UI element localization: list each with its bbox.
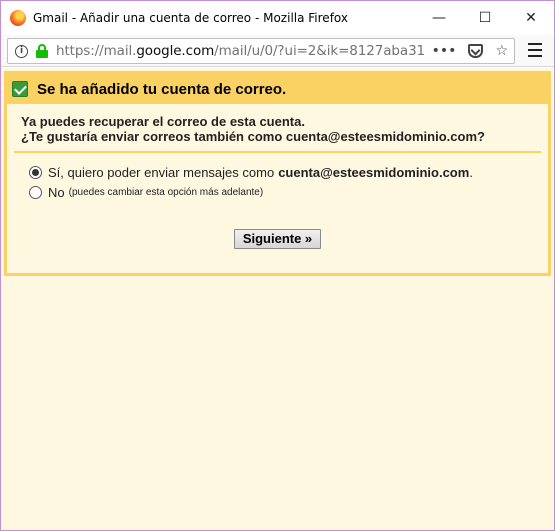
- panel-title: Se ha añadido tu cuenta de correo.: [37, 80, 287, 98]
- intro-line-2: ¿Te gustaría enviar correos también como…: [21, 129, 485, 144]
- url-bar[interactable]: i https://mail.google.com/mail/u/0/?ui=2…: [7, 38, 515, 64]
- window-controls: — ☐ ✕: [416, 1, 554, 35]
- lock-icon[interactable]: [36, 44, 48, 58]
- firefox-logo-icon: [10, 10, 26, 26]
- next-button[interactable]: Siguiente »: [233, 229, 322, 249]
- minimize-button[interactable]: —: [416, 1, 462, 35]
- url-text[interactable]: https://mail.google.com/mail/u/0/?ui=2&i…: [56, 43, 487, 59]
- radio-no[interactable]: [29, 185, 42, 199]
- checkmark-icon: [12, 81, 28, 97]
- option-no-note: (puedes cambiar esta opción más adelante…: [68, 186, 264, 198]
- url-prefix: https://mail.: [56, 43, 137, 59]
- button-row: Siguiente »: [7, 229, 548, 249]
- maximize-button[interactable]: ☐: [462, 1, 508, 35]
- option-yes-suffix: .: [469, 164, 473, 180]
- bookmark-star-icon[interactable]: ☆: [495, 43, 508, 59]
- navigation-bar: i https://mail.google.com/mail/u/0/?ui=2…: [1, 35, 554, 67]
- close-button[interactable]: ✕: [508, 1, 554, 35]
- info-icon[interactable]: i: [15, 44, 28, 58]
- account-added-panel: Se ha añadido tu cuenta de correo. Ya pu…: [4, 71, 551, 276]
- send-as-options: Sí, quiero poder enviar mensajes como cu…: [7, 153, 548, 202]
- option-yes-email: cuenta@esteesmidominio.com: [278, 164, 470, 180]
- option-no[interactable]: No (puedes cambiar esta opción más adela…: [29, 182, 548, 202]
- intro-line-1: Ya puedes recuperar el correo de esta cu…: [21, 114, 305, 129]
- url-domain: google.com: [136, 43, 215, 59]
- intro-text: Ya puedes recuperar el correo de esta cu…: [7, 104, 548, 144]
- option-no-label: No: [48, 184, 65, 200]
- window-titlebar: Gmail - Añadir una cuenta de correo - Mo…: [1, 1, 554, 35]
- hamburger-menu-icon[interactable]: [528, 43, 542, 57]
- option-yes[interactable]: Sí, quiero poder enviar mensajes como cu…: [29, 162, 548, 182]
- page-content: Se ha añadido tu cuenta de correo. Ya pu…: [1, 68, 554, 530]
- url-actions: ••• ☆: [425, 39, 508, 63]
- page-actions-icon[interactable]: •••: [432, 43, 457, 59]
- pocket-icon[interactable]: [468, 44, 484, 58]
- window-title: Gmail - Añadir una cuenta de correo - Mo…: [33, 11, 348, 25]
- option-yes-label: Sí, quiero poder enviar mensajes como: [48, 164, 275, 180]
- radio-yes[interactable]: [29, 165, 42, 179]
- panel-header: Se ha añadido tu cuenta de correo.: [7, 74, 548, 104]
